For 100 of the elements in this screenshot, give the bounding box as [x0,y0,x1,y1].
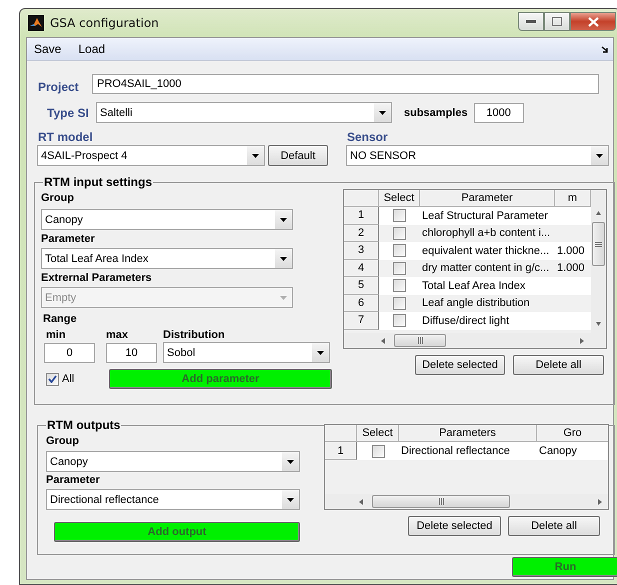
row-number: 3 [344,242,379,260]
caret-icon [280,256,287,260]
table-cell: Canopy [537,442,608,460]
table-cell: equivalent water thickne... [420,242,555,260]
parameter-dropdown[interactable]: Total Leaf Area Index [41,248,293,269]
all-checkbox-label: All [62,373,76,385]
caret-icon [379,110,386,114]
project-label: Project [38,80,80,94]
caret-icon [596,154,603,158]
scroll-up-icon[interactable] [596,210,601,216]
run-button[interactable]: Run [512,557,617,577]
arrow-icon [601,46,609,52]
table-cell: Total Leaf Area Index [420,277,555,294]
scroll-left-icon[interactable] [359,498,364,504]
parameter-label: Parameter [46,474,100,486]
section-title: RTM input settings [43,175,153,189]
grip-icon [595,240,602,248]
row-number: 5 [344,277,379,294]
checkbox[interactable] [393,209,406,222]
caret-icon [287,460,294,464]
caret-icon [287,498,294,502]
horizontal-scrollbar[interactable] [344,333,606,348]
window-title: GSA configuration [50,16,160,30]
caret-icon [252,154,259,158]
column-header[interactable]: Parameters [399,425,537,442]
add-output-button[interactable]: Add output [54,522,300,542]
group-dropdown[interactable]: Canopy [46,451,300,472]
table-cell: 1.000 [555,242,591,260]
sensor-label: Sensor [347,130,388,144]
menu-item[interactable]: Save [34,42,62,56]
row-number: 7 [344,312,379,330]
checkbox[interactable] [393,279,406,292]
close-button[interactable] [570,12,616,31]
caret-icon [317,350,324,354]
scroll-left-icon[interactable] [381,338,386,344]
group-dropdown[interactable]: Canopy [41,209,293,230]
checkbox[interactable] [393,314,406,328]
checkbox[interactable] [46,372,59,386]
column-header[interactable]: Select [357,425,399,442]
range-label: Range [43,313,77,325]
delete-selected-button[interactable]: Delete selected [415,355,505,375]
project-field[interactable]: PRO4SAIL_1000 [92,74,599,94]
table-cell [555,207,591,224]
distribution-dropdown[interactable]: Sobol [163,342,330,363]
minimize-button[interactable] [518,12,544,31]
checkbox[interactable] [393,262,406,275]
section-title: RTM outputs [46,418,122,432]
table-cell: Diffuse/direct light [420,312,555,330]
close-icon [588,16,598,26]
caret-icon [280,296,287,300]
checkbox[interactable] [393,244,406,258]
sensor-dropdown[interactable]: NO SENSOR [346,145,609,166]
type-si-dropdown[interactable]: Saltelli [96,102,392,123]
checkbox[interactable] [393,226,406,240]
column-header[interactable]: Gro [537,425,608,442]
row-number: 2 [344,224,379,242]
group-label: Group [46,435,80,447]
column-header[interactable]: m [555,190,591,207]
max-label: max [106,329,130,341]
scroll-down-icon[interactable] [596,321,601,327]
caret-icon [280,218,287,222]
table-cell: Directional reflectance [399,442,537,460]
scroll-right-icon[interactable] [597,498,602,504]
minimize-icon [526,20,536,24]
grip-icon [438,498,444,505]
vertical-scrollbar[interactable] [591,190,606,333]
menu-item[interactable]: Load [78,42,106,56]
column-header[interactable]: Select [379,190,420,207]
type-si-label: Type SI [47,106,90,120]
group-label: Group [41,192,75,204]
maximize-icon [552,17,562,26]
row-number: 6 [344,294,379,312]
app-logo-icon [28,15,44,31]
max-field[interactable]: 10 [106,342,157,362]
rt-model-dropdown[interactable]: 4SAIL-Prospect 4 [37,145,265,166]
grip-icon [416,337,424,344]
delete-all-button[interactable]: Delete all [508,516,600,536]
min-label: min [46,329,67,341]
delete-all-button[interactable]: Delete all [513,355,604,375]
delete-selected-button[interactable]: Delete selected [408,516,501,536]
min-field[interactable]: 0 [44,342,95,362]
scroll-right-icon[interactable] [579,338,584,344]
row-number: 4 [344,260,379,277]
rt-model-label: RT model [38,130,94,144]
distribution-label: Distribution [163,329,225,341]
checkbox[interactable] [393,296,406,310]
subsamples-field[interactable]: 1000 [474,102,524,122]
add-parameter-button[interactable]: Add parameter [109,369,332,389]
subsamples-label: subsamples [404,106,468,118]
parameter-dropdown[interactable]: Directional reflectance [46,489,300,510]
default-button[interactable]: Default [268,145,328,166]
column-header[interactable]: Parameter [420,190,555,207]
maximize-button[interactable] [544,12,570,31]
row-number: 1 [325,442,357,460]
row-number: 1 [344,207,379,224]
external-parameters-label: Extrernal Parameters [41,272,152,284]
horizontal-scrollbar[interactable] [325,494,608,509]
table-cell: Leaf Structural Parameter [420,207,555,224]
checkbox[interactable] [372,444,384,458]
parameter-label: Parameter [41,233,95,245]
